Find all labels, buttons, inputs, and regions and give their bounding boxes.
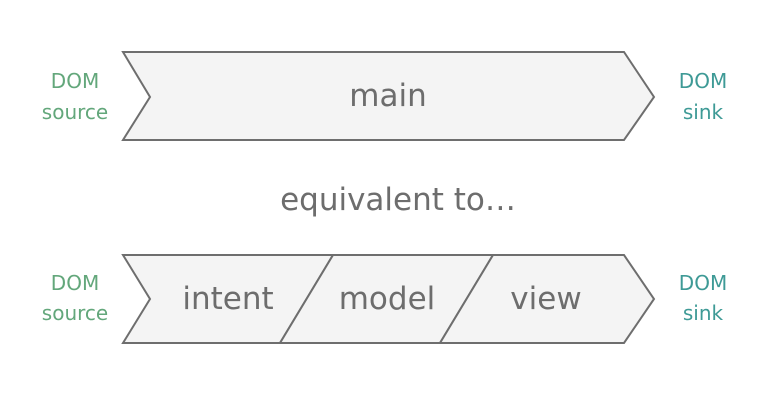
- model-label: model: [339, 281, 436, 317]
- main-label: main: [349, 78, 426, 114]
- top-dom-source-label-line1: DOM: [51, 69, 99, 93]
- top-dom-sink-label-line2: sink: [683, 100, 724, 124]
- mvi-diagram: DOM source main DOM sink equivalent to… …: [42, 51, 727, 344]
- top-dom-source-label-line2: source: [42, 100, 108, 124]
- bottom-dom-source-label-line2: source: [42, 301, 108, 325]
- top-row: DOM source main DOM sink: [42, 51, 727, 141]
- intent-label: intent: [182, 281, 273, 317]
- bottom-row: DOM source intent model view DOM sink: [42, 254, 727, 344]
- bottom-dom-source-label-line1: DOM: [51, 271, 99, 295]
- top-dom-sink-label-line1: DOM: [679, 69, 727, 93]
- view-label: view: [510, 281, 581, 317]
- bottom-dom-sink-label-line1: DOM: [679, 271, 727, 295]
- bottom-dom-sink-label-line2: sink: [683, 301, 724, 325]
- equivalence-label: equivalent to…: [280, 182, 516, 218]
